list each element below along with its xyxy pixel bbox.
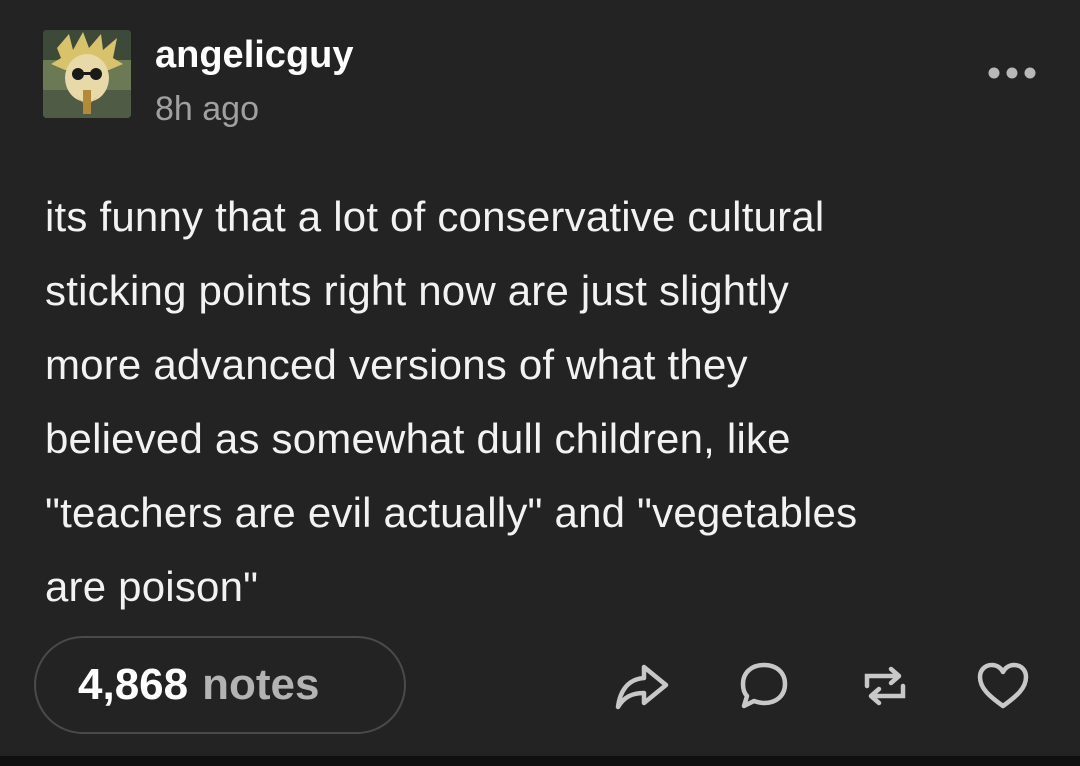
post-line: "teachers are evil actually" and "vegeta… [45, 489, 858, 536]
bottom-divider [0, 756, 1080, 766]
more-options-button[interactable] [984, 58, 1040, 88]
post-card: angelicguy 8h ago its funny that a lot o… [0, 0, 1080, 756]
post-line: its funny that a lot of conservative cul… [45, 193, 825, 240]
post-timestamp: 8h ago [155, 90, 259, 128]
notes-label: notes [202, 660, 320, 709]
author-name[interactable]: angelicguy [155, 32, 354, 78]
post-line: more advanced versions of what they [45, 341, 748, 388]
share-button[interactable] [612, 656, 672, 716]
notes-count: 4,868 [78, 660, 189, 709]
reply-icon [740, 662, 788, 709]
reply-button[interactable] [734, 656, 794, 716]
post-line: believed as somewhat dull children, like [45, 415, 791, 462]
avatar[interactable] [43, 30, 131, 118]
reblog-icon [864, 666, 906, 706]
post-line: sticking points right now are just sligh… [45, 267, 789, 314]
notes-button[interactable]: 4,868 notes [34, 636, 406, 734]
post-line: are poison" [45, 563, 259, 610]
more-horizontal-icon [988, 67, 1036, 79]
avatar-image [43, 30, 131, 118]
post-body: its funny that a lot of conservative cul… [45, 180, 1035, 624]
like-button[interactable] [973, 656, 1033, 716]
heart-icon [977, 662, 1029, 709]
share-icon [615, 664, 669, 710]
reblog-button[interactable] [855, 656, 915, 716]
